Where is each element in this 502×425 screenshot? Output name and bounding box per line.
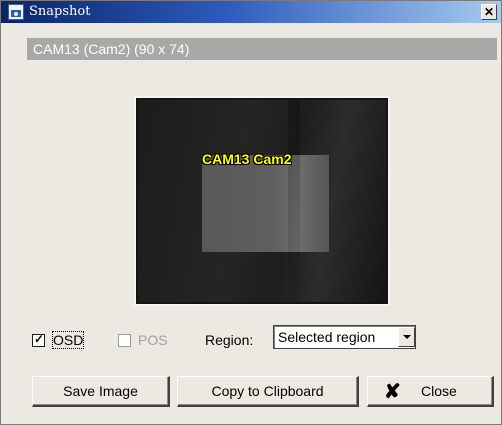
snapshot-preview-image: CAM13 Cam2 — [138, 100, 386, 302]
region-label: Region: — [205, 332, 254, 348]
snapshot-preview-frame: CAM13 Cam2 — [134, 96, 390, 306]
osd-overlay-text: CAM13 Cam2 — [202, 151, 292, 167]
camera-caption: CAM13 (Cam2) (90 x 74) — [33, 41, 190, 57]
camera-app-icon — [8, 4, 24, 20]
save-image-button[interactable]: Save Image — [32, 376, 170, 407]
osd-label[interactable]: OSD — [51, 331, 85, 349]
title-close-button[interactable]: ✕ — [481, 4, 497, 20]
close-icon: ✕ — [483, 5, 495, 19]
osd-checkbox[interactable]: ✓ — [32, 332, 45, 347]
pos-label: POS — [138, 332, 168, 348]
close-button[interactable]: ✘ Close — [367, 376, 494, 407]
x-icon: ✘ — [384, 381, 401, 403]
chevron-down-icon — [403, 335, 411, 339]
selected-region-area — [202, 155, 329, 252]
snapshot-dialog: Snapshot ✕ CAM13 (Cam2) (90 x 74) CAM13 … — [0, 0, 502, 425]
copy-to-clipboard-button[interactable]: Copy to Clipboard — [177, 376, 359, 407]
region-select-value: Selected region — [278, 329, 376, 345]
save-image-label: Save Image — [63, 383, 138, 399]
dropdown-arrow-button[interactable] — [398, 327, 415, 347]
region-select[interactable]: Selected region — [273, 325, 416, 349]
camera-caption-bar: CAM13 (Cam2) (90 x 74) — [27, 38, 497, 60]
close-label: Close — [421, 383, 457, 399]
window-title: Snapshot — [29, 4, 91, 19]
copy-to-clipboard-label: Copy to Clipboard — [211, 383, 324, 399]
checkmark-icon: ✓ — [34, 332, 45, 346]
title-bar[interactable]: Snapshot ✕ — [1, 1, 501, 23]
pos-checkbox[interactable] — [118, 334, 131, 347]
